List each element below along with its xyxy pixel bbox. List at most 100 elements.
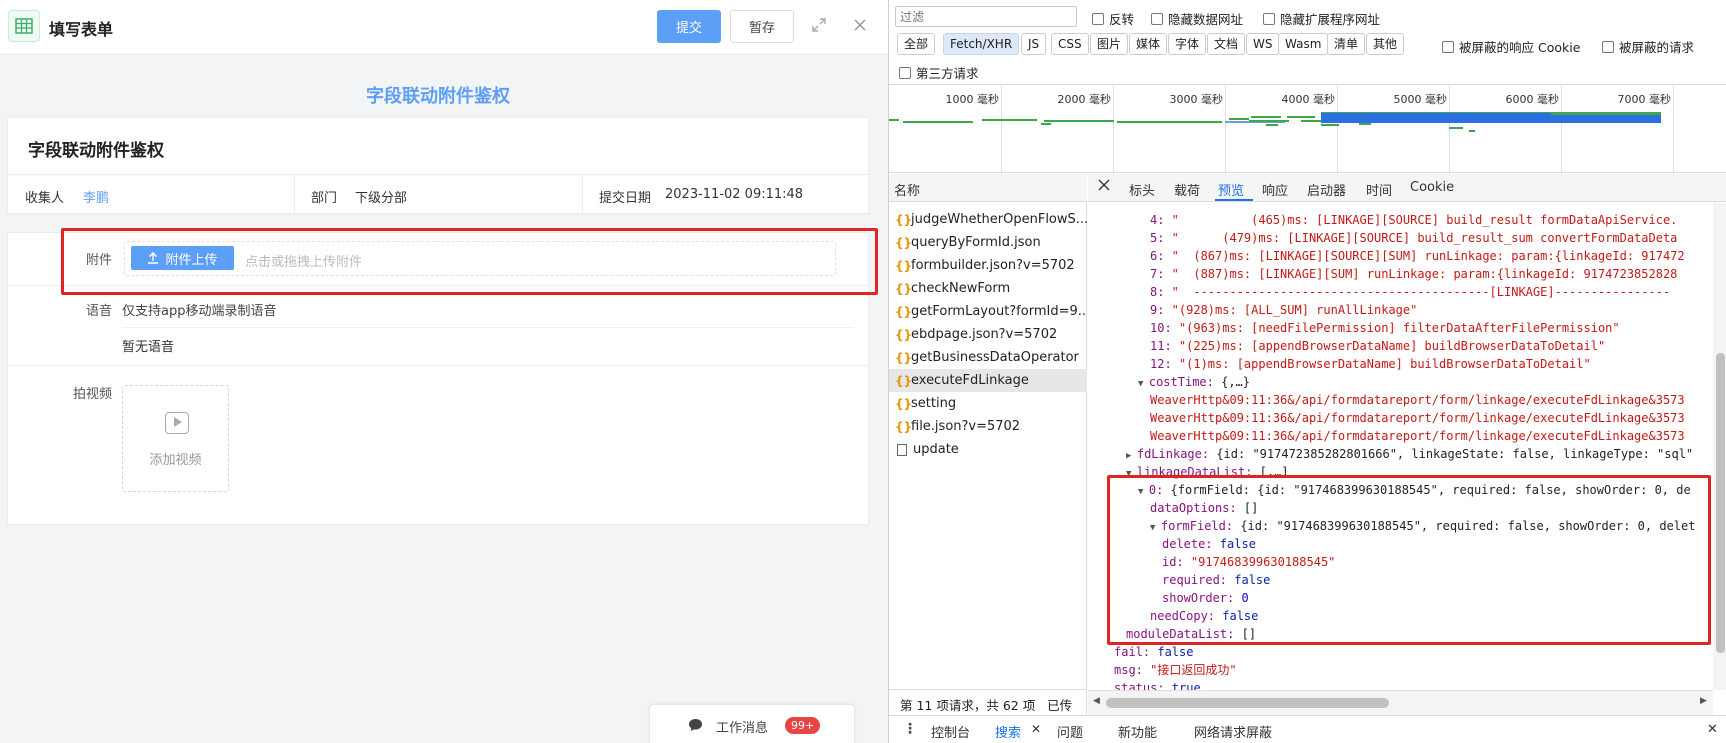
blocked-requests-checkbox[interactable]: 被屏蔽的请求	[1602, 37, 1694, 56]
upload-attachment-button[interactable]: 附件上传	[131, 246, 234, 270]
json-key: 7:	[1150, 267, 1165, 281]
request-row-selected[interactable]: {} executeFdLinkage	[889, 369, 1087, 392]
dept-cell: 部门 下级分部	[295, 175, 583, 215]
json-line[interactable]: ▼ linkageDataList: [,…]	[1126, 463, 1289, 481]
invert-checkbox[interactable]: 反转	[1092, 9, 1134, 28]
request-row[interactable]: {} getFormLayout?formId=9...	[889, 300, 1087, 323]
name-column-header[interactable]: 名称	[889, 174, 1087, 202]
active-tab-underline	[1215, 199, 1253, 201]
preview-json-tree[interactable]: 4: " (465)ms: [LINKAGE][SOURCE] build_re…	[1088, 203, 1713, 690]
save-draft-button[interactable]: 暂存	[730, 10, 794, 43]
request-row[interactable]: update	[889, 438, 1087, 461]
type-filter-img[interactable]: 图片	[1090, 33, 1129, 55]
timeline-bar	[1287, 116, 1315, 118]
drawer-tab-issues[interactable]: 问题	[1057, 722, 1083, 741]
timeline-bar	[1041, 123, 1051, 125]
submit-button[interactable]: 提交	[657, 10, 721, 43]
scrollbar-thumb[interactable]	[1716, 353, 1725, 653]
expand-triangle-icon[interactable]: ▼	[1138, 379, 1149, 389]
json-line[interactable]: ▶ fdLinkage: {id: "917472385282801666", …	[1126, 445, 1693, 463]
tab-timing[interactable]: 时间	[1366, 180, 1392, 199]
tab-response[interactable]: 响应	[1262, 180, 1288, 199]
type-filter-fetch-xhr[interactable]: Fetch/XHR	[943, 33, 1020, 55]
collapsed-triangle-icon[interactable]: ▶	[1126, 451, 1137, 461]
date-value: 2023-11-02 09:11:48	[665, 187, 804, 202]
type-filter-wasm[interactable]: Wasm	[1278, 33, 1329, 55]
json-value: false	[1227, 573, 1271, 587]
json-value: " (479)ms: [LINKAGE][SOURCE] build_resul…	[1164, 231, 1678, 245]
json-value: "(1)ms: [appendBrowserDataName] buildBro…	[1171, 357, 1591, 371]
json-key: fdLinkage:	[1136, 447, 1210, 461]
request-row[interactable]: {} ebdpage.json?v=5702	[889, 323, 1087, 346]
close-search-tab-icon[interactable]: ✕	[1031, 722, 1041, 736]
divider	[122, 327, 854, 328]
request-row[interactable]: {} getBusinessDataOperator	[889, 346, 1087, 369]
work-message-button[interactable]: 工作消息 99+	[649, 704, 855, 743]
hide-extension-urls-checkbox[interactable]: 隐藏扩展程序网址	[1263, 9, 1380, 28]
timeline-label: 4000 毫秒	[1281, 93, 1336, 106]
tab-cookies[interactable]: Cookie	[1410, 180, 1454, 195]
request-row[interactable]: {} judgeWhetherOpenFlowS...	[889, 208, 1087, 231]
timeline-bar	[1551, 112, 1661, 115]
horizontal-scrollbar[interactable]: ◀ ▶	[1088, 690, 1713, 715]
scroll-right-icon[interactable]: ▶	[1700, 696, 1707, 706]
json-line[interactable]: ▼ 0: {formField: {id: "91746839963018854…	[1138, 481, 1691, 499]
vertical-scrollbar[interactable]	[1713, 203, 1726, 690]
voice-note: 仅支持app移动端录制语音	[122, 304, 277, 319]
tab-headers[interactable]: 标头	[1129, 180, 1155, 199]
drawer-tab-search[interactable]: 搜索	[995, 722, 1021, 741]
json-key: needCopy:	[1150, 609, 1216, 623]
detail-tabs: 标头 载荷 预览 响应 启动器 时间 Cookie	[1088, 174, 1726, 202]
timeline-label: 1000 毫秒	[945, 93, 1000, 106]
expand-triangle-icon[interactable]: ▼	[1126, 469, 1137, 479]
network-timeline[interactable]: 1000 毫秒 2000 毫秒 3000 毫秒 4000 毫秒 5000 毫秒 …	[889, 84, 1726, 174]
close-icon[interactable]	[851, 17, 869, 35]
drawer-tab-console[interactable]: 控制台	[931, 722, 970, 741]
filter-input[interactable]	[895, 6, 1077, 27]
scroll-left-icon[interactable]: ◀	[1093, 696, 1100, 706]
request-row[interactable]: {} formbuilder.json?v=5702	[889, 254, 1087, 277]
json-line[interactable]: ▼ costTime: {,…}	[1138, 373, 1250, 391]
request-row[interactable]: {} queryByFormId.json	[889, 231, 1087, 254]
scrollbar-thumb[interactable]	[1106, 698, 1389, 708]
type-filter-font[interactable]: 字体	[1168, 33, 1207, 55]
json-line[interactable]: ▼ formField: {id: "917468399630188545", …	[1150, 517, 1695, 535]
type-filter-other[interactable]: 其他	[1366, 33, 1405, 55]
tab-initiator[interactable]: 启动器	[1307, 180, 1346, 199]
add-video-label: 添加视频	[149, 453, 202, 468]
json-key: formField:	[1160, 519, 1234, 533]
drawer-tab-request-blocking[interactable]: 网络请求屏蔽	[1194, 722, 1272, 741]
hide-data-urls-checkbox[interactable]: 隐藏数据网址	[1151, 9, 1243, 28]
collector-link[interactable]: 李鹏	[83, 187, 109, 206]
expand-icon[interactable]	[810, 17, 828, 35]
type-filter-media[interactable]: 媒体	[1129, 33, 1168, 55]
collector-cell: 收集人 李鹏	[8, 175, 295, 215]
request-row[interactable]: {} setting	[889, 392, 1087, 415]
tab-preview[interactable]: 预览	[1218, 180, 1244, 199]
request-row[interactable]: {} checkNewForm	[889, 277, 1087, 300]
timeline-bar	[1229, 118, 1249, 120]
xhr-icon: {}	[895, 419, 913, 434]
blocked-response-cookie-checkbox[interactable]: 被屏蔽的响应 Cookie	[1442, 37, 1580, 56]
close-drawer-icon[interactable]: ✕	[1707, 722, 1718, 737]
add-video-button[interactable]: 添加视频	[122, 385, 229, 492]
json-value: "917468399630188545"	[1183, 555, 1336, 569]
type-filter-ws[interactable]: WS	[1246, 33, 1280, 55]
tab-payload[interactable]: 载荷	[1174, 180, 1200, 199]
expand-triangle-icon[interactable]: ▼	[1150, 523, 1161, 533]
json-key: 4:	[1150, 213, 1165, 227]
type-filter-all[interactable]: 全部	[897, 33, 936, 55]
type-filter-js[interactable]: JS	[1021, 33, 1047, 55]
type-filter-css[interactable]: CSS	[1051, 33, 1089, 55]
type-filter-manifest[interactable]: 清单	[1327, 33, 1366, 55]
form-heading: 字段联动附件鉴权	[366, 86, 510, 107]
timeline-bar	[982, 119, 1037, 121]
more-menu-icon[interactable]: ⋮	[903, 721, 917, 737]
type-filter-doc[interactable]: 文档	[1207, 33, 1246, 55]
drawer-tab-whats-new[interactable]: 新功能	[1118, 722, 1157, 741]
expand-triangle-icon[interactable]: ▼	[1138, 487, 1149, 497]
third-party-checkbox[interactable]: 第三方请求	[899, 63, 979, 82]
close-detail-icon[interactable]	[1098, 179, 1110, 195]
request-row[interactable]: {} file.json?v=5702	[889, 415, 1087, 438]
json-line: required: false	[1162, 571, 1270, 589]
